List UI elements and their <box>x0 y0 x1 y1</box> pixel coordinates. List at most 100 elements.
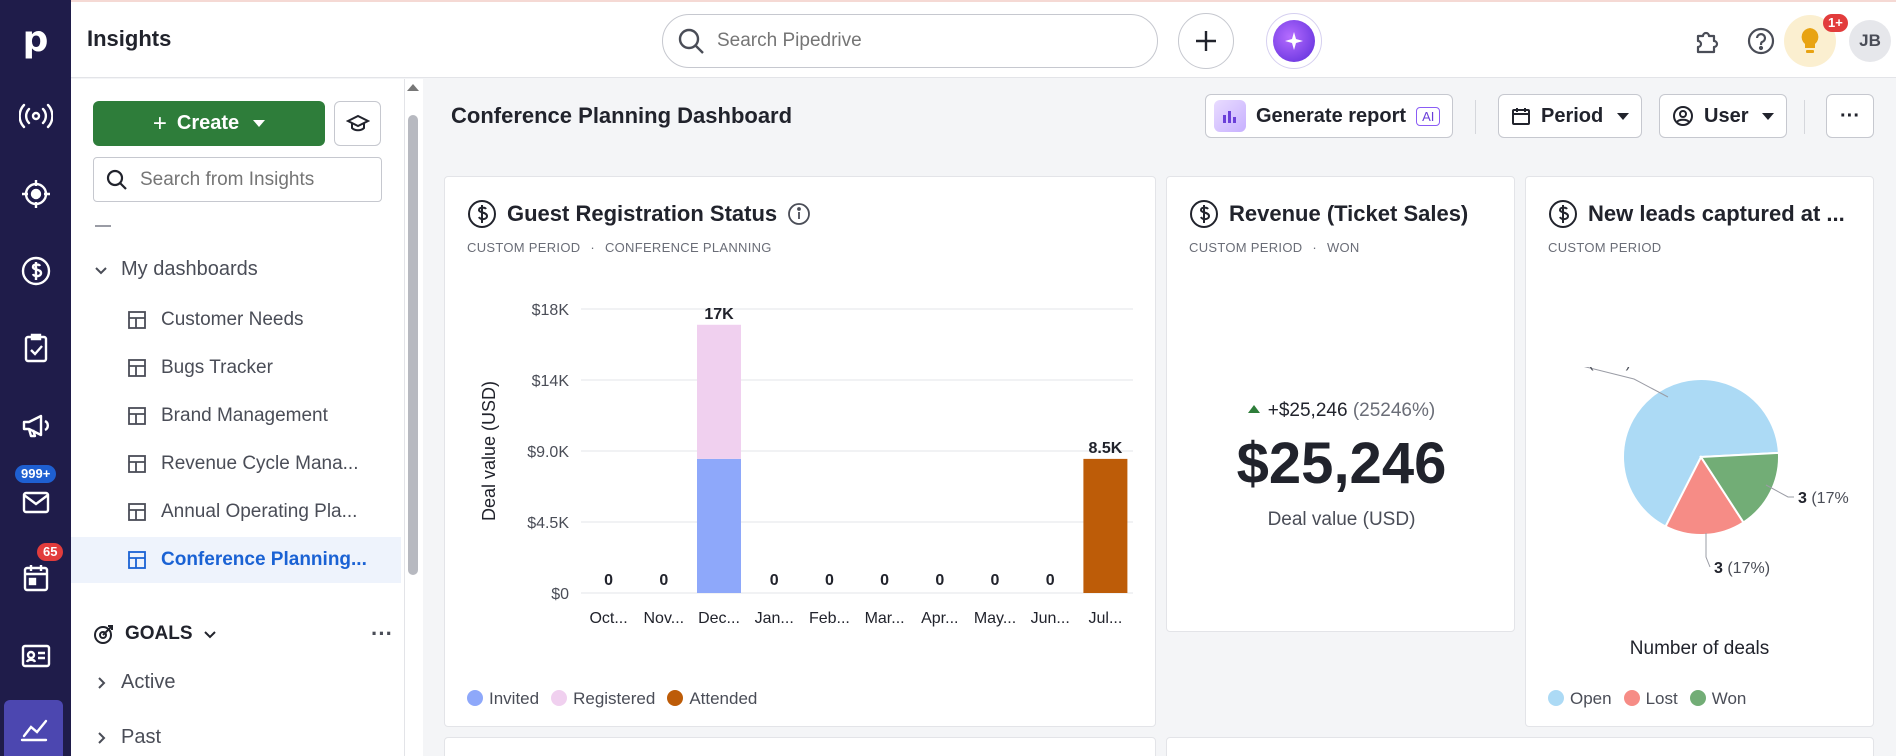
legend-item-won[interactable]: Won <box>1689 689 1746 709</box>
leads-pie-chart[interactable]: 12 (67%) 3 (17%) 3 (17% <box>1526 367 1873 607</box>
revenue-card[interactable]: Revenue (Ticket Sales) CUSTOM PERIOD · W… <box>1166 176 1515 632</box>
contacts-card-icon[interactable] <box>0 626 71 686</box>
x-tick-label: May... <box>974 610 1016 627</box>
dollar-circle-icon <box>1190 200 1218 228</box>
user-avatar[interactable]: JB <box>1849 20 1891 62</box>
help-icon[interactable] <box>1741 21 1781 61</box>
caret-down-icon <box>253 120 266 127</box>
bar-total-label: 17K <box>704 306 734 323</box>
quick-add-button[interactable] <box>1178 13 1234 69</box>
calendar-badge: 65 <box>37 543 64 561</box>
registration-bar-chart[interactable]: $0 $4.5K $9.0K $14K $18K Deal value (USD) 0 Oct… <box>445 277 1155 637</box>
sidebar-item-label: Brand Management <box>161 405 328 426</box>
card-subtitle: CUSTOM PERIOD <box>1548 240 1661 255</box>
bar-total-label: 0 <box>1046 572 1055 589</box>
dashboard-grid-icon <box>128 503 146 521</box>
revenue-change: +$25,246 (25246%) <box>1167 400 1516 422</box>
sidebar-item-brand-management[interactable]: Brand Management <box>71 393 401 439</box>
legend-item-attended[interactable]: Attended <box>667 689 757 709</box>
sidebar-item-bugs-tracker[interactable]: Bugs Tracker <box>71 345 401 391</box>
deals-dollar-icon[interactable] <box>0 241 71 301</box>
bar-total-label: 0 <box>880 572 889 589</box>
sidebar-item-customer-needs[interactable]: Customer Needs <box>71 297 401 343</box>
period-dropdown[interactable]: Period <box>1498 94 1643 138</box>
global-search[interactable] <box>662 14 1158 68</box>
insights-search-input[interactable] <box>140 168 380 191</box>
y-tick-label: $9.0K <box>527 444 569 461</box>
y-tick-label: $0 <box>551 586 569 603</box>
pie-leader-line <box>1583 367 1669 398</box>
goals-target-icon <box>94 625 113 644</box>
sidebar-item-conference-planning[interactable]: Conference Planning... <box>71 537 401 583</box>
new-leads-card[interactable]: New leads captured at ... CUSTOM PERIOD … <box>1525 176 1874 727</box>
bar-total-label: 0 <box>770 572 779 589</box>
user-circle-icon <box>1673 106 1693 126</box>
goals-active-toggle[interactable]: Active <box>93 671 175 694</box>
my-dashboards-label: My dashboards <box>121 258 258 280</box>
global-search-input[interactable] <box>717 30 1117 52</box>
sidebar-item-revenue-cycle[interactable]: Revenue Cycle Mana... <box>71 441 401 487</box>
pipeline-tag: CONFERENCE PLANNING <box>604 240 772 255</box>
legend-item-registered[interactable]: Registered <box>551 689 655 709</box>
deals-target-icon[interactable] <box>0 164 71 224</box>
x-tick-label: Jun... <box>1031 610 1070 627</box>
campaigns-megaphone-icon[interactable] <box>0 395 71 455</box>
graduation-cap-icon <box>345 114 370 131</box>
my-dashboards-toggle[interactable]: My dashboards <box>93 258 258 281</box>
app-rail: p 999+ 65 <box>0 0 71 756</box>
y-tick-label: $18K <box>532 302 570 319</box>
guest-registration-card[interactable]: Guest Registration Status CUSTOM PERIOD … <box>444 176 1156 727</box>
insights-chart-icon[interactable] <box>4 700 63 756</box>
notification-badge: 1+ <box>1823 14 1848 32</box>
user-dropdown[interactable]: User <box>1659 94 1788 138</box>
pie-caption: Number of deals <box>1629 638 1770 659</box>
legend-item-lost[interactable]: Lost <box>1623 689 1678 709</box>
learn-button[interactable] <box>334 101 381 146</box>
y-axis-label: Deal value (USD) <box>479 381 499 521</box>
pie-label-open: 12 (67%) <box>1566 367 1631 371</box>
generate-report-button[interactable]: Generate report AI <box>1205 94 1453 138</box>
dashboard-title: Conference Planning Dashboard <box>451 103 793 128</box>
plus-icon <box>1196 31 1216 51</box>
separator-dot: · <box>590 240 596 255</box>
goals-section-header[interactable]: GOALS ··· <box>93 621 393 647</box>
activities-clipboard-icon[interactable] <box>0 318 71 378</box>
sidebar-scrollbar-thumb[interactable] <box>408 115 418 575</box>
create-label: Create <box>176 112 240 134</box>
scroll-up-arrow-icon[interactable] <box>407 84 419 91</box>
extensions-puzzle-icon[interactable] <box>1687 21 1727 61</box>
legend-item-invited[interactable]: Invited <box>467 689 539 709</box>
ai-tag: AI <box>1416 106 1441 126</box>
pipedrive-logo[interactable]: p <box>0 0 71 78</box>
dollar-circle-icon <box>1549 200 1577 228</box>
period-tag: CUSTOM PERIOD <box>467 240 581 255</box>
pie-legend: Open Lost Won <box>1548 689 1746 709</box>
create-button[interactable]: + Create <box>93 101 325 146</box>
more-options-button[interactable]: ··· <box>1826 94 1874 138</box>
bar-total-label: 0 <box>825 572 834 589</box>
insights-search[interactable] <box>93 157 382 202</box>
legend-item-open[interactable]: Open <box>1548 689 1612 709</box>
bar-total-label: 0 <box>991 572 1000 589</box>
revenue-value: $25,246 <box>1236 431 1447 496</box>
sparkle-icon <box>1273 20 1315 62</box>
goals-past-toggle[interactable]: Past <box>93 726 161 749</box>
toolbar-divider <box>1804 100 1805 134</box>
chevron-right-icon <box>98 731 106 744</box>
bar-total-label: 0 <box>659 572 668 589</box>
card-title-text: Guest Registration Status <box>507 201 778 226</box>
goals-label: GOALS <box>125 623 193 644</box>
info-icon[interactable] <box>787 202 811 226</box>
card-title: Revenue (Ticket Sales) <box>1189 199 1468 229</box>
leads-inbox-icon[interactable] <box>0 86 71 146</box>
revenue-caption: Deal value (USD) <box>1267 509 1416 530</box>
ai-assistant-button[interactable] <box>1266 13 1322 69</box>
bar-total-label: 0 <box>935 572 944 589</box>
dashboard-grid-icon <box>128 551 146 569</box>
sidebar-item-label: Bugs Tracker <box>161 357 273 378</box>
sidebar-item-label: Annual Operating Pla... <box>161 501 358 522</box>
caret-down-icon <box>1617 112 1630 120</box>
goals-more-button[interactable]: ··· <box>371 621 393 647</box>
sidebar-item-annual-operating[interactable]: Annual Operating Pla... <box>71 489 401 535</box>
pie-leader-line <box>1705 533 1711 568</box>
